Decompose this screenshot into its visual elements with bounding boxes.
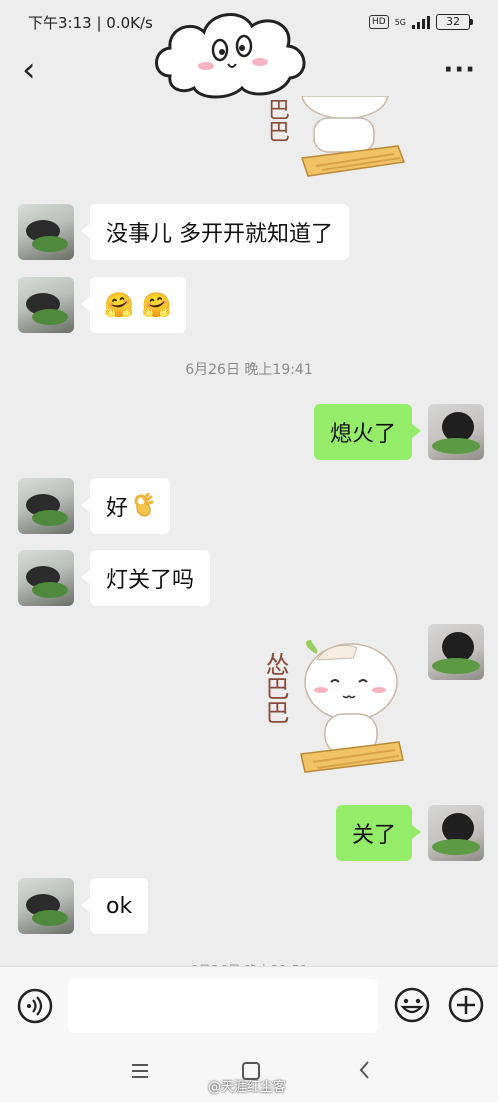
signal-icon bbox=[412, 15, 430, 29]
message-text: 好 bbox=[106, 496, 129, 521]
emoji-hug: 🤗 bbox=[104, 291, 134, 319]
message-bubble[interactable]: ok bbox=[80, 878, 149, 934]
voice-icon[interactable] bbox=[16, 987, 54, 1025]
message-bubble[interactable]: 没事儿 多开开就知道了 bbox=[81, 204, 349, 260]
status-time: 下午3:13 | 0.0K/s bbox=[28, 13, 153, 32]
avatar[interactable] bbox=[18, 277, 74, 333]
menu-icon[interactable] bbox=[130, 1062, 150, 1080]
emoji-face-icon[interactable] bbox=[393, 986, 431, 1024]
hd-badge: HD bbox=[369, 15, 389, 29]
ok-hand-icon bbox=[134, 493, 154, 517]
message-bubble[interactable]: 🤗 🤗 bbox=[81, 277, 186, 333]
avatar[interactable] bbox=[428, 404, 484, 460]
message-bubble[interactable]: 好 bbox=[80, 478, 171, 534]
emoji-hug: 🤗 bbox=[141, 291, 172, 319]
timestamp: 6月26日 晚上19:41 bbox=[185, 362, 313, 378]
input-bar bbox=[0, 966, 498, 1046]
message-text: 没事儿 多开开就知道了 bbox=[106, 222, 333, 247]
message-bubble[interactable]: 熄火了 bbox=[313, 404, 422, 460]
avatar[interactable] bbox=[18, 878, 74, 934]
message-input[interactable] bbox=[68, 979, 378, 1033]
sticker-caption: 怂巴巴 bbox=[261, 652, 289, 724]
avatar[interactable] bbox=[428, 805, 484, 861]
message-text: ok bbox=[106, 893, 133, 919]
avatar[interactable] bbox=[18, 204, 74, 260]
chat-header: ‹ ··· bbox=[0, 44, 498, 96]
chevron-left-icon[interactable]: ‹ bbox=[22, 53, 36, 87]
message-text: 关了 bbox=[351, 823, 396, 848]
avatar[interactable] bbox=[18, 478, 74, 534]
message-bubble[interactable]: 关了 bbox=[335, 805, 422, 861]
sticker-image[interactable] bbox=[295, 638, 407, 780]
message-bubble[interactable]: 灯关了吗 bbox=[80, 550, 211, 606]
more-dots-icon[interactable]: ··· bbox=[443, 55, 476, 85]
system-nav-bar: @天涯红尘客 bbox=[0, 1046, 498, 1102]
sticker-caption: 巴巴 bbox=[264, 98, 289, 142]
message-text: 灯关了吗 bbox=[106, 568, 195, 593]
message-text: 熄火了 bbox=[329, 422, 396, 447]
battery-icon: 32 bbox=[436, 14, 473, 30]
status-icons: HD 5G 32 bbox=[369, 14, 473, 30]
watermark: @天涯红尘客 bbox=[208, 1080, 287, 1095]
avatar[interactable] bbox=[428, 624, 484, 680]
avatar[interactable] bbox=[18, 550, 74, 606]
back-icon[interactable] bbox=[355, 1058, 375, 1082]
plus-circle-icon[interactable] bbox=[447, 986, 485, 1024]
network-label: 5G bbox=[394, 17, 406, 27]
